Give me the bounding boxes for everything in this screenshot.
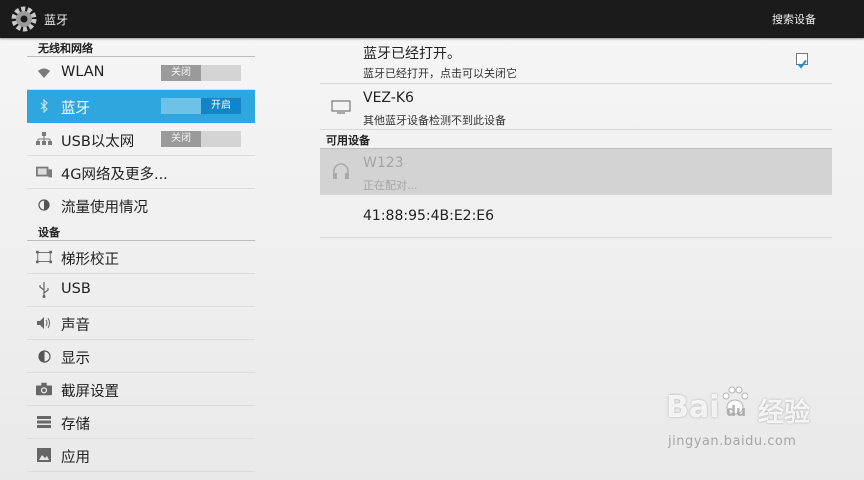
sidebar-item-display[interactable]: 显示	[27, 340, 255, 373]
wlan-toggle[interactable]: 关闭	[161, 65, 241, 81]
sidebar-item-label: 存储	[61, 417, 90, 433]
watermark-cn: 经验	[758, 398, 811, 428]
bluetooth-icon	[36, 98, 52, 114]
sidebar-item-label: WLAN	[61, 64, 105, 80]
watermark-url: jingyan.baidu.com	[668, 434, 797, 449]
usb-ethernet-toggle[interactable]: 关闭	[161, 131, 241, 147]
sidebar-item-label: 蓝牙	[61, 101, 90, 117]
ethernet-icon	[36, 131, 52, 147]
sidebar-item-usb-ethernet[interactable]: USB以太网 关闭	[27, 123, 255, 156]
bluetooth-toggle[interactable]: 开启	[161, 98, 241, 114]
sidebar-item-usb[interactable]: USB	[27, 274, 255, 307]
this-device-row[interactable]: VEZ-K6 其他蓝牙设备检测不到此设备	[320, 84, 832, 130]
sidebar-item-label: 显示	[61, 351, 90, 367]
device-name: W123	[363, 155, 404, 171]
toggle-state: 关闭	[161, 131, 201, 147]
sidebar-item-label: 流量使用情况	[61, 200, 148, 216]
pairing-status: 正在配对...	[363, 179, 418, 192]
usb-icon	[36, 282, 52, 298]
speaker-icon	[36, 315, 52, 331]
sidebar-item-more-networks[interactable]: 4G网络及更多...	[27, 156, 255, 189]
sidebar-item-label: 截屏设置	[61, 384, 119, 400]
sidebar-item-wlan[interactable]: WLAN 关闭	[27, 57, 255, 90]
device-address: 41:88:95:4B:E2:E6	[363, 208, 495, 224]
sidebar-item-keystone[interactable]: 梯形校正	[27, 241, 255, 274]
checkmark-icon	[797, 59, 807, 69]
keystone-icon	[36, 249, 52, 265]
status-subtitle: 蓝牙已经打开，点击可以关闭它	[363, 67, 517, 80]
mobile-network-icon	[36, 164, 52, 180]
watermark-brand-suffix: du	[726, 404, 746, 420]
watermark-brand: Bai	[666, 390, 720, 425]
bluetooth-status-row[interactable]: 蓝牙已经打开。 蓝牙已经打开，点击可以关闭它	[320, 38, 832, 84]
toggle-state: 关闭	[161, 65, 201, 81]
action-bar: 蓝牙 搜索设备	[0, 0, 864, 38]
available-device-row[interactable]: 41:88:95:4B:E2:E6	[320, 195, 832, 238]
brightness-icon	[36, 348, 52, 364]
device-visibility: 其他蓝牙设备检测不到此设备	[363, 114, 506, 127]
apps-icon	[36, 447, 52, 463]
storage-icon	[36, 414, 52, 430]
bluetooth-enable-checkbox[interactable]	[796, 53, 808, 69]
search-devices-button[interactable]: 搜索设备	[772, 11, 816, 27]
data-usage-icon	[36, 197, 52, 213]
available-devices-header: 可用设备	[320, 130, 832, 149]
toggle-state: 开启	[201, 98, 241, 114]
wifi-icon	[36, 65, 52, 81]
settings-sidebar: 无线和网络 WLAN 关闭 蓝牙 开启 USB以太网 关闭 4G网络及更多...	[27, 38, 255, 472]
status-title: 蓝牙已经打开。	[363, 46, 461, 62]
section-header-device: 设备	[27, 222, 255, 241]
sidebar-item-label: USB以太网	[61, 134, 135, 150]
baidu-jingyan-watermark: Bai du 经验 jingyan.baidu.com	[666, 384, 830, 464]
bluetooth-detail-pane: 蓝牙已经打开。 蓝牙已经打开，点击可以关闭它 VEZ-K6 其他蓝牙设备检测不到…	[320, 38, 832, 238]
device-name: VEZ-K6	[363, 90, 414, 106]
sidebar-item-label: 声音	[61, 318, 90, 334]
sidebar-item-label: 应用	[61, 450, 90, 466]
sidebar-item-data-usage[interactable]: 流量使用情况	[27, 189, 255, 222]
section-header-wireless: 无线和网络	[27, 38, 255, 57]
sidebar-item-sound[interactable]: 声音	[27, 307, 255, 340]
available-device-row[interactable]: W123 正在配对...	[320, 149, 832, 195]
sidebar-item-storage[interactable]: 存储	[27, 406, 255, 439]
sidebar-item-screenshot[interactable]: 截屏设置	[27, 373, 255, 406]
camera-icon	[36, 381, 52, 397]
sidebar-item-apps[interactable]: 应用	[27, 439, 255, 472]
settings-gear-icon[interactable]	[9, 4, 39, 34]
page-title: 蓝牙	[44, 13, 69, 27]
sidebar-item-label: 梯形校正	[61, 252, 119, 268]
sidebar-item-label: 4G网络及更多...	[61, 167, 168, 183]
tv-screen-icon	[331, 99, 351, 118]
headphones-icon	[332, 162, 350, 184]
sidebar-item-bluetooth[interactable]: 蓝牙 开启	[27, 90, 255, 123]
sidebar-item-label: USB	[61, 281, 91, 297]
